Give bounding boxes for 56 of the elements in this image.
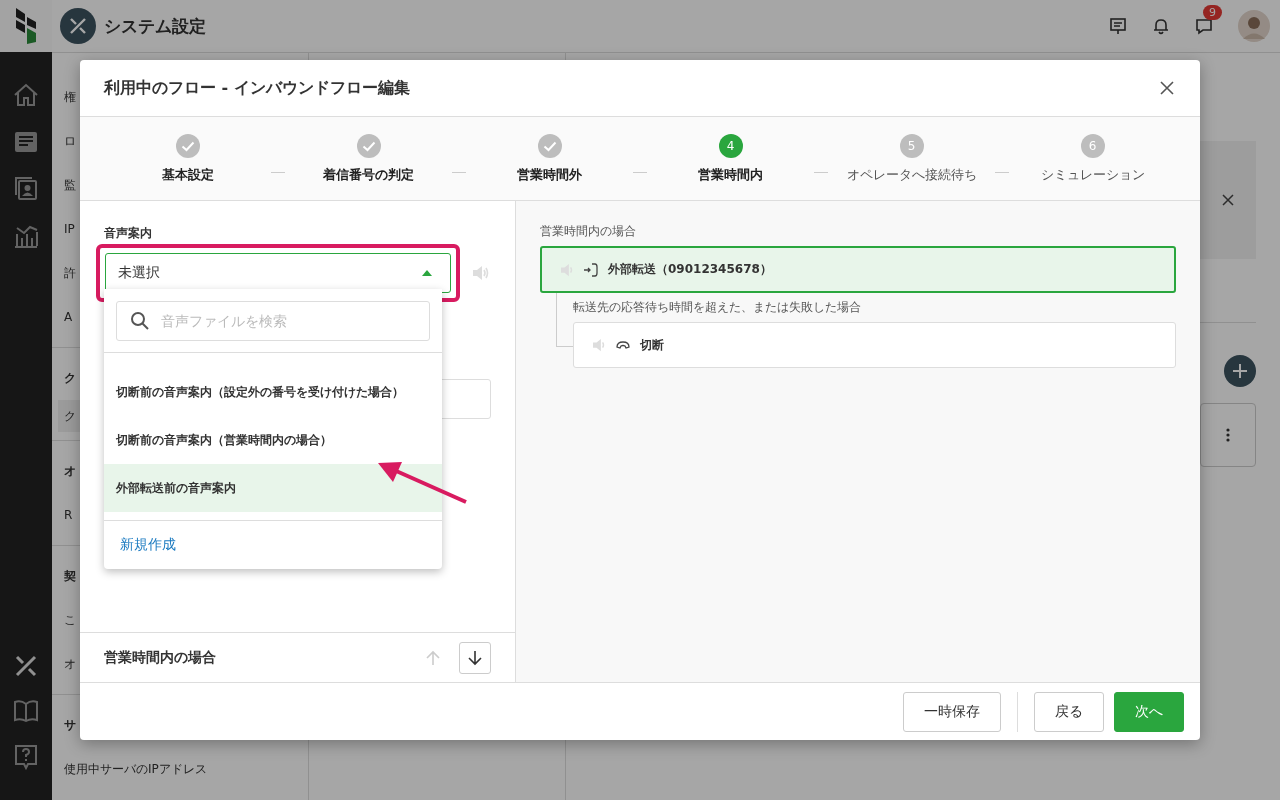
step-label: オペレータへ接続待ち xyxy=(846,165,977,184)
dialog-title: 利用中のフロー - インバウンドフロー編集 xyxy=(104,77,410,99)
more-icon[interactable] xyxy=(1226,428,1230,442)
node-label: 外部転送（09012345678） xyxy=(608,261,772,278)
arrow-up-icon xyxy=(426,649,440,666)
help-icon[interactable] xyxy=(14,744,38,770)
step-tab[interactable]: 営業時間外 xyxy=(466,133,633,184)
close-icon[interactable] xyxy=(1160,81,1174,95)
save-button[interactable]: 一時保存 xyxy=(903,691,1001,732)
step-label: 営業時間内 xyxy=(698,165,763,184)
close-icon[interactable] xyxy=(1222,194,1234,206)
contact-icon[interactable] xyxy=(14,176,38,200)
plus-icon xyxy=(1232,363,1248,379)
step-label: 基本設定 xyxy=(161,165,214,184)
add-button[interactable] xyxy=(1224,355,1256,387)
avatar[interactable] xyxy=(1238,10,1270,42)
section-title: 営業時間内の場合 xyxy=(104,648,216,667)
step-tab[interactable]: 基本設定 xyxy=(104,133,271,184)
step-number: 5 xyxy=(899,133,924,158)
step-tab[interactable]: 4 営業時間内 xyxy=(647,133,814,184)
step-label: 営業時間外 xyxy=(517,165,582,184)
announcement-icon[interactable] xyxy=(1109,17,1127,35)
logo-icon xyxy=(14,8,38,44)
back-button[interactable]: 戻る xyxy=(1034,691,1104,732)
move-down-button[interactable] xyxy=(459,641,491,674)
transfer-icon xyxy=(584,262,598,277)
book-icon[interactable] xyxy=(14,700,38,722)
branch-label: 転送先の応答待ち時間を超えた、または失敗した場合 xyxy=(573,299,862,316)
dropdown-option[interactable]: 外部転送前の音声案内 xyxy=(104,464,442,512)
step-label: 着信番号の判定 xyxy=(323,165,414,184)
flow-node[interactable]: 切断 xyxy=(573,322,1176,368)
create-link[interactable]: 新規作成 xyxy=(120,536,176,554)
list-icon[interactable] xyxy=(14,130,38,154)
step-tab[interactable]: 5 オペレータへ接続待ち xyxy=(828,133,995,184)
flow-node[interactable]: 外部転送（09012345678） xyxy=(540,246,1176,293)
arrow-down-icon xyxy=(468,649,482,666)
step-tab[interactable]: 着信番号の判定 xyxy=(285,133,452,184)
step-label: シミュレーション xyxy=(1040,165,1145,184)
home-icon[interactable] xyxy=(13,82,39,108)
notification-badge: 9 xyxy=(1203,5,1222,20)
sidebar-item[interactable]: 使用中サーバのIPアドレス xyxy=(52,747,308,791)
dropdown-option[interactable]: 切断前の音声案内（営業時間内の場合） xyxy=(104,416,442,464)
step-number: 4 xyxy=(718,133,743,158)
field-label: 音声案内 xyxy=(104,225,153,242)
branch-label: 営業時間内の場合 xyxy=(540,223,637,240)
page-title: システム設定 xyxy=(104,14,206,38)
dropdown-option[interactable]: 切断前の音声案内（設定外の番号を受け付けた場合） xyxy=(104,368,442,416)
search-field[interactable]: 音声ファイルを検索 xyxy=(116,301,430,341)
phone-icon xyxy=(616,340,630,350)
bell-icon[interactable] xyxy=(1152,17,1170,35)
step-tab[interactable]: 6 シミュレーション xyxy=(1009,133,1176,184)
node-label: 切断 xyxy=(640,336,664,354)
step-number: 6 xyxy=(1080,133,1105,158)
search-icon xyxy=(130,311,150,331)
caret-icon xyxy=(422,270,432,276)
chat-icon[interactable] xyxy=(1195,17,1213,35)
